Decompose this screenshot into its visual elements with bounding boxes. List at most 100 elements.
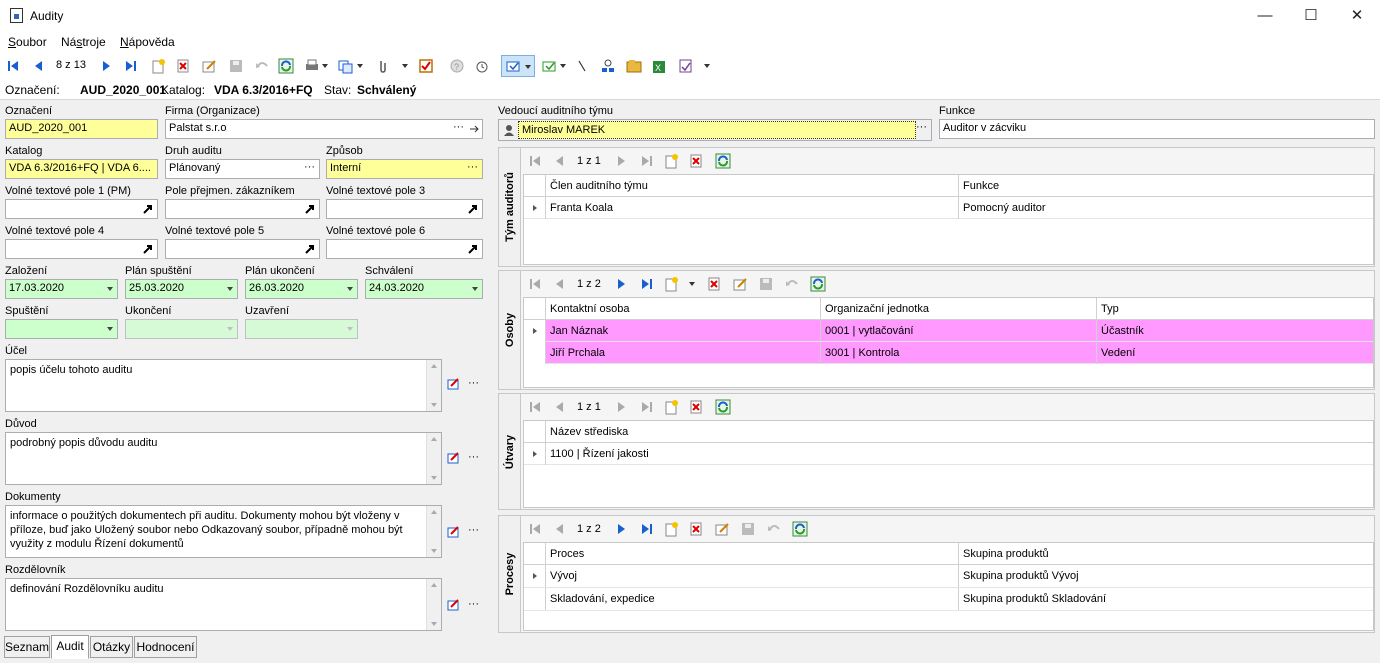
utvary-next-icon[interactable] — [613, 399, 629, 415]
vtp6-field[interactable] — [326, 239, 483, 259]
utvary-new-icon[interactable] — [663, 399, 679, 415]
attachment-icon[interactable] — [375, 58, 391, 74]
table-row[interactable]: Jiří Prchala 3001 | Kontrola Vedení — [524, 342, 1373, 364]
procesy-undo-icon[interactable] — [766, 521, 782, 537]
vtp3-expand-icon[interactable] — [467, 203, 479, 215]
druh-lookup-button[interactable]: ··· — [304, 161, 315, 173]
procesy-new-icon[interactable] — [663, 521, 679, 537]
filter-toggle-button[interactable] — [501, 55, 535, 77]
osoby-undo-icon[interactable] — [784, 276, 800, 292]
utvary-delete-icon[interactable] — [688, 399, 704, 415]
minimize-button[interactable]: — — [1242, 0, 1288, 32]
ukonceni-field[interactable] — [125, 319, 238, 339]
tym-next-icon[interactable] — [613, 153, 629, 169]
zalozeni-field[interactable]: 17.03.2020 — [5, 279, 118, 299]
tym-cell-clen[interactable]: Franta Koala — [546, 197, 959, 219]
plan-spusteni-dropdown-icon[interactable] — [227, 287, 233, 291]
save-icon[interactable] — [228, 58, 244, 74]
ukonceni-dropdown-icon[interactable] — [227, 327, 233, 331]
print-dropdown-icon[interactable] — [322, 64, 328, 68]
osoby-save-icon[interactable] — [758, 276, 774, 292]
vtp3-field[interactable] — [326, 199, 483, 219]
firma-open-icon[interactable] — [468, 124, 480, 134]
oznaceni-field[interactable]: AUD_2020_001 — [5, 119, 158, 139]
osoby-new-icon[interactable] — [663, 276, 679, 292]
edit-record-icon[interactable] — [201, 58, 217, 74]
druh-field[interactable]: Plánovaný ··· — [165, 159, 320, 179]
procesy-cell-proces[interactable]: Skladování, expedice — [546, 588, 959, 610]
rozdelovnik-scrollbar[interactable] — [426, 579, 441, 630]
osoby-col-typ[interactable]: Typ — [1097, 298, 1373, 320]
utvary-prev-icon[interactable] — [552, 399, 568, 415]
tym-cell-funkce[interactable]: Pomocný auditor — [959, 197, 1373, 219]
osoby-next-icon[interactable] — [613, 276, 629, 292]
refresh-icon[interactable] — [278, 58, 294, 74]
procesy-cell-skupina[interactable]: Skupina produktů Skladování — [959, 588, 1373, 610]
history-icon[interactable] — [474, 58, 490, 74]
menu-napoveda[interactable]: Nápověda — [120, 35, 175, 49]
table-row[interactable]: Jan Náznak 0001 | vytlačování Účastník — [524, 320, 1373, 342]
duvod-scrollbar[interactable] — [426, 433, 441, 484]
maximize-button[interactable]: ☐ — [1288, 0, 1334, 32]
table-row[interactable]: Franta Koala Pomocný auditor — [524, 197, 1373, 219]
tym-refresh-icon[interactable] — [715, 153, 731, 169]
firma-lookup-button[interactable]: ··· — [453, 121, 464, 133]
firma-field[interactable]: Palstat s.r.o ··· — [165, 119, 483, 139]
osoby-delete-icon[interactable] — [706, 276, 722, 292]
first-record-icon[interactable] — [7, 60, 19, 72]
tym-first-icon[interactable] — [527, 153, 543, 169]
slash-icon[interactable] — [574, 58, 590, 74]
dokumenty-textarea[interactable]: informace o použitých dokumentech při au… — [5, 505, 442, 558]
osoby-col-org[interactable]: Organizační jednotka — [821, 298, 1097, 320]
export-excel-icon[interactable]: X — [652, 58, 668, 74]
undo-icon[interactable] — [254, 58, 270, 74]
osoby-cell-org[interactable]: 0001 | vytlačování — [821, 320, 1097, 342]
procesy-refresh-icon[interactable] — [792, 521, 808, 537]
help-icon[interactable]: ? — [449, 58, 465, 74]
schvaleni-field[interactable]: 24.03.2020 — [365, 279, 483, 299]
vtp6-expand-icon[interactable] — [467, 243, 479, 255]
ucel-edit-icon[interactable] — [447, 377, 460, 390]
tab-seznam[interactable]: Seznam — [4, 636, 50, 658]
plan-ukonceni-field[interactable]: 26.03.2020 — [245, 279, 358, 299]
last-record-icon[interactable] — [125, 60, 137, 72]
next-record-icon[interactable] — [100, 60, 112, 72]
tym-new-icon[interactable] — [663, 153, 679, 169]
table-row[interactable]: 1100 | Řízení jakosti — [524, 443, 1373, 465]
copy-dropdown-icon[interactable] — [357, 64, 363, 68]
utvary-col-nazev[interactable]: Název střediska — [546, 421, 1373, 443]
vedouci-lookup-button[interactable]: ··· — [916, 121, 927, 133]
attachment-dropdown-icon[interactable] — [402, 64, 408, 68]
report-icon[interactable] — [678, 58, 694, 74]
osoby-cell-typ[interactable]: Účastník — [1097, 320, 1373, 342]
vtp5-expand-icon[interactable] — [304, 243, 316, 255]
report-dropdown-icon[interactable] — [704, 64, 710, 68]
tym-col-funkce[interactable]: Funkce — [959, 175, 1373, 197]
procesy-first-icon[interactable] — [527, 521, 543, 537]
utvary-cell-nazev[interactable]: 1100 | Řízení jakosti — [546, 443, 1373, 465]
osoby-new-dropdown-icon[interactable] — [689, 282, 695, 286]
filter2-dropdown-icon[interactable] — [560, 64, 566, 68]
osoby-cell-typ[interactable]: Vedení — [1097, 342, 1373, 364]
plan-ukonceni-dropdown-icon[interactable] — [347, 287, 353, 291]
vtp5-field[interactable] — [165, 239, 320, 259]
spusteni-field[interactable] — [5, 319, 118, 339]
tab-otazky[interactable]: Otázky — [90, 636, 133, 658]
tym-delete-icon[interactable] — [688, 153, 704, 169]
osoby-cell-kontakt[interactable]: Jiří Prchala — [546, 342, 821, 364]
ucel-textarea[interactable]: popis účelu tohoto auditu — [5, 359, 442, 412]
procesy-col-proces[interactable]: Proces — [546, 543, 959, 565]
filter2-icon[interactable] — [541, 58, 557, 74]
osoby-first-icon[interactable] — [527, 276, 543, 292]
procesy-edit-icon[interactable] — [714, 521, 730, 537]
procesy-cell-skupina[interactable]: Skupina produktů Vývoj — [959, 565, 1373, 587]
zpusob-field[interactable]: Interní ··· — [326, 159, 483, 179]
procesy-last-icon[interactable] — [639, 521, 655, 537]
dokumenty-edit-icon[interactable] — [447, 525, 460, 538]
procesy-next-icon[interactable] — [613, 521, 629, 537]
osoby-cell-org[interactable]: 3001 | Kontrola — [821, 342, 1097, 364]
rozdelovnik-more-button[interactable]: ··· — [468, 598, 479, 610]
dokumenty-more-button[interactable]: ··· — [468, 524, 479, 536]
vtp4-field[interactable] — [5, 239, 158, 259]
tab-hodnoceni[interactable]: Hodnocení — [134, 636, 197, 658]
